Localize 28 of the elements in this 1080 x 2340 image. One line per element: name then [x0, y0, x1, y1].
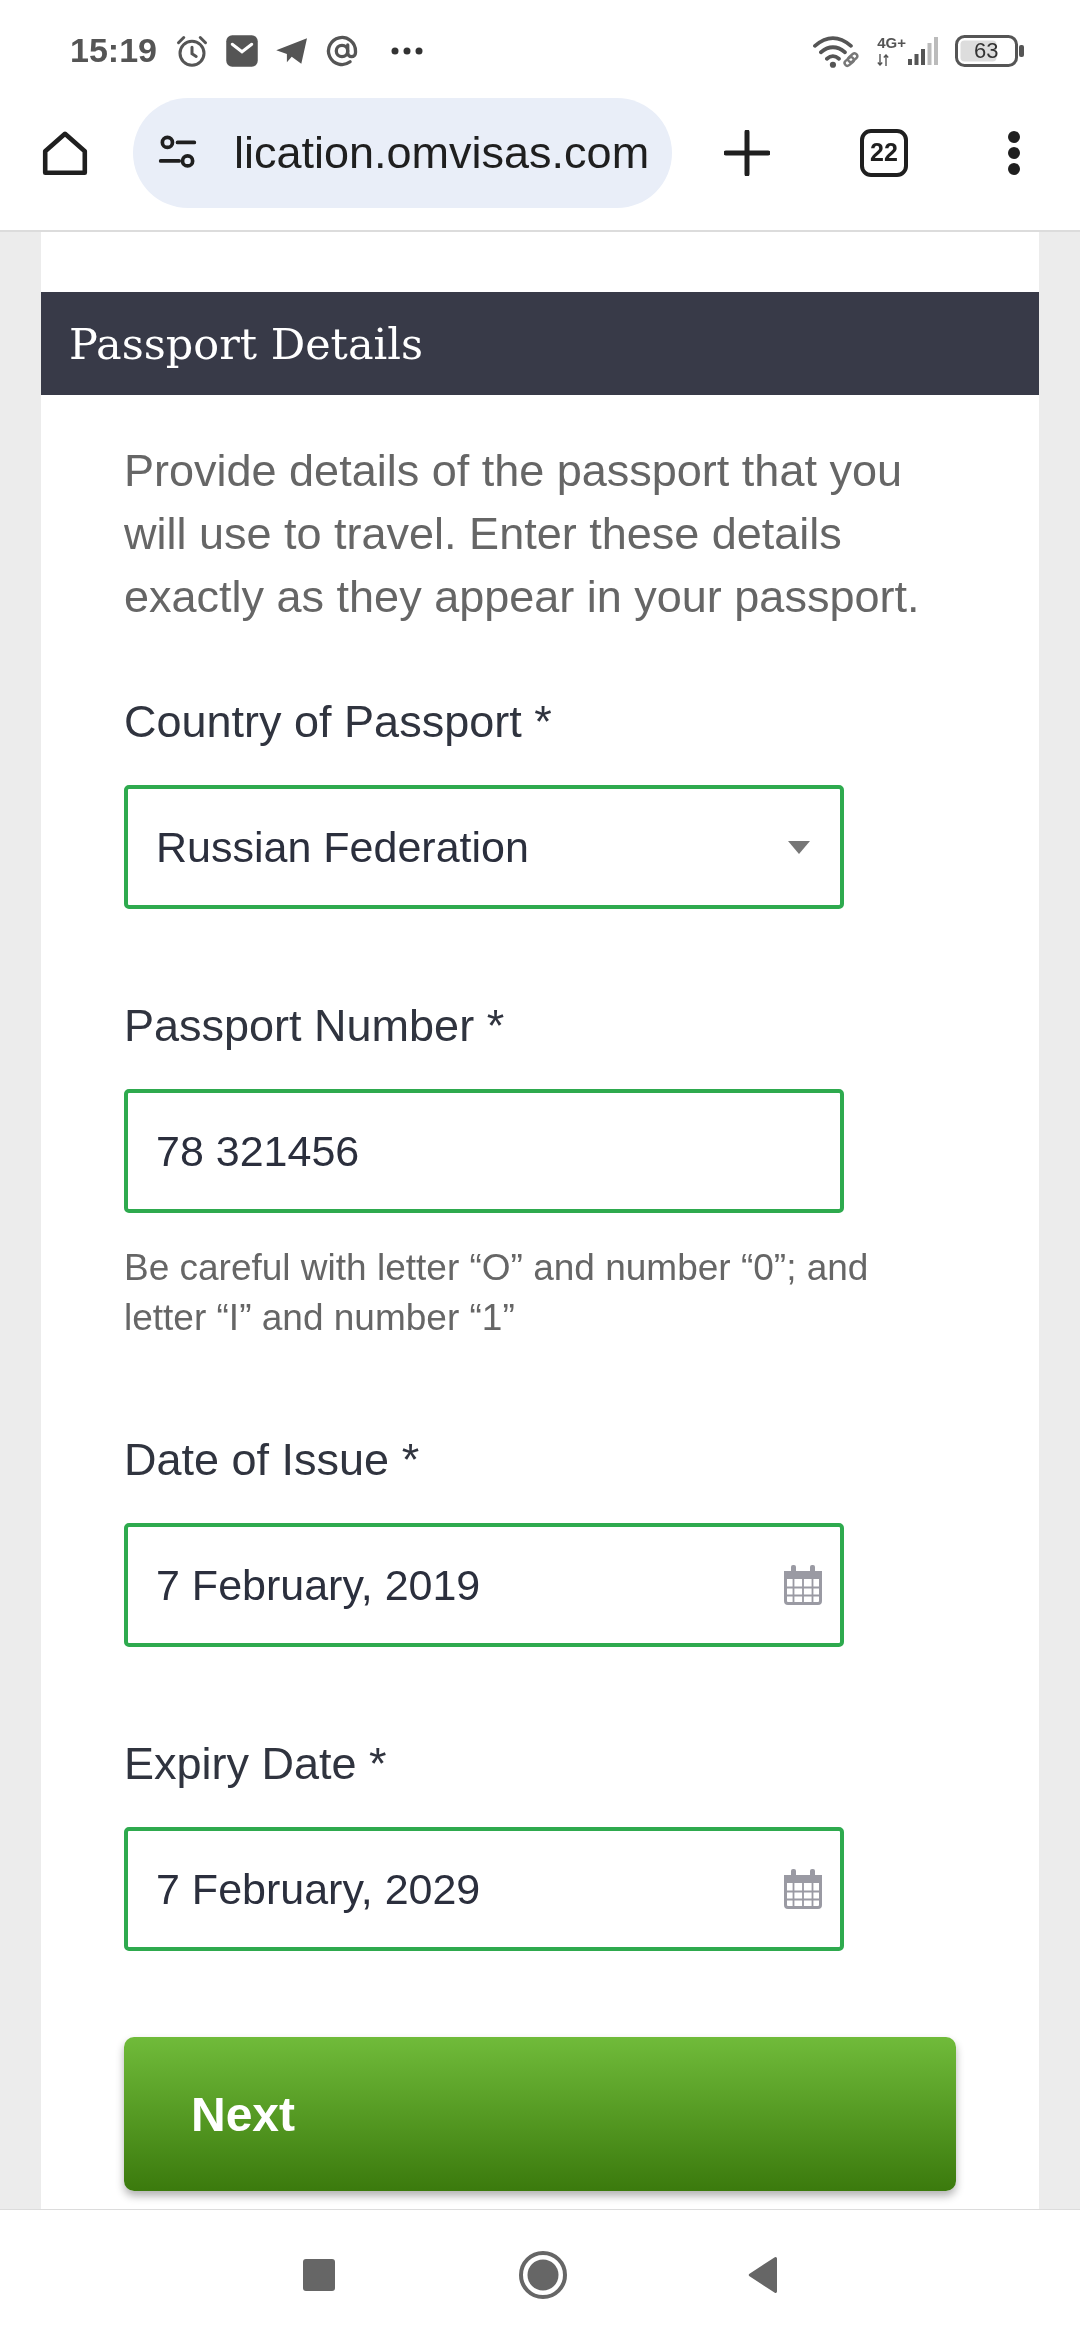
section-header: Passport Details: [41, 292, 1039, 395]
field-hint: Be careful with letter “O” and number “0”; and letter “I” and number “1”: [124, 1246, 870, 1340]
field-label: Date of Issue *: [124, 1435, 421, 1485]
calendar-icon[interactable]: [782, 1564, 824, 1606]
input-field[interactable]: 78 321456: [124, 1089, 844, 1213]
battery-icon: [955, 33, 1025, 68]
address-bar[interactable]: lication.omvisas.com: [133, 97, 672, 208]
plus-icon[interactable]: [724, 129, 770, 176]
more-icon: [389, 45, 424, 56]
field-label: Passport Number *: [124, 1001, 506, 1051]
tab-count-button[interactable]: 22: [860, 128, 908, 177]
back-icon[interactable]: [747, 2256, 779, 2294]
field-label: Country of Passport *: [124, 697, 553, 747]
date-field[interactable]: 7 February, 2019: [124, 1523, 844, 1647]
envelope-icon: [223, 32, 260, 69]
calendar-icon[interactable]: [782, 1868, 824, 1910]
battery-percent: 63: [974, 39, 999, 62]
date-field[interactable]: 7 February, 2029: [124, 1827, 844, 1951]
data-arrows-icon: [877, 54, 890, 66]
network-type: 4G+: [877, 35, 906, 51]
more-icon[interactable]: [1007, 129, 1021, 176]
signal-icon: [908, 36, 938, 65]
field-label: Expiry Date *: [124, 1739, 388, 1789]
dropdown-field[interactable]: Russian Federation: [124, 785, 844, 909]
status-time: 15:19: [70, 31, 157, 70]
sliders-icon[interactable]: [157, 134, 198, 171]
intro-text: Provide details of the passport that you will use to travel. Enter these details exactly as they appear in your passport.: [124, 444, 921, 624]
caret-icon: [788, 840, 810, 854]
